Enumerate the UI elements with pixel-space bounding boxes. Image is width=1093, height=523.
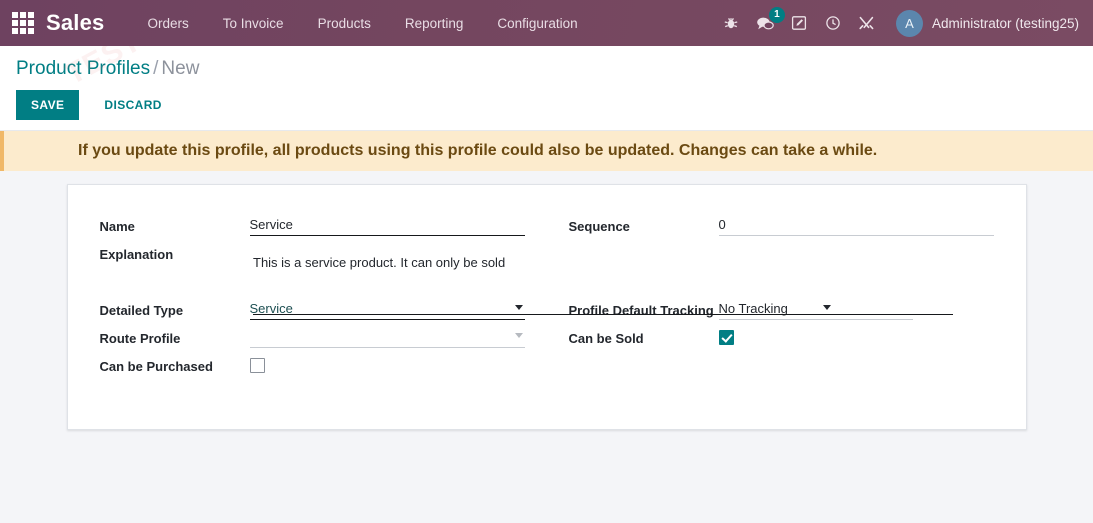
- field-row-sequence: Sequence: [568, 212, 994, 241]
- field-row-can-be-sold: Can be Sold: [569, 325, 994, 353]
- route-profile-input[interactable]: [249, 324, 525, 348]
- messages-icon[interactable]: 1: [750, 7, 785, 38]
- nav-menu-reporting[interactable]: Reporting: [388, 10, 481, 37]
- nav-menu-configuration[interactable]: Configuration: [480, 10, 594, 37]
- field-label-route-profile: Route Profile: [99, 330, 181, 346]
- nav-menu-to-invoice[interactable]: To Invoice: [206, 10, 301, 37]
- update-warning-text: If you update this profile, all products…: [78, 141, 878, 159]
- field-label-sequence: Sequence: [568, 218, 630, 234]
- edit-note-icon[interactable]: [784, 8, 814, 38]
- clock-icon[interactable]: [818, 8, 848, 38]
- field-value-name: [249, 212, 525, 236]
- breadcrumb-separator: /: [153, 58, 159, 79]
- nav-menu-orders[interactable]: Orders: [131, 10, 206, 37]
- messages-badge: 1: [768, 7, 785, 23]
- form-action-buttons: SAVE DISCARD: [16, 89, 1077, 120]
- field-label-can-be-sold: Can be Sold: [568, 330, 644, 346]
- name-input[interactable]: [249, 212, 525, 236]
- field-value-sequence: [718, 212, 994, 236]
- can-be-purchased-checkbox[interactable]: [249, 357, 265, 373]
- field-label-explanation: Explanation: [99, 246, 174, 262]
- can-be-sold-checkbox[interactable]: [718, 329, 734, 345]
- field-row-can-be-purchased: Can be Purchased: [100, 353, 525, 381]
- explanation-textarea[interactable]: [253, 250, 953, 315]
- breadcrumb-current: New: [161, 58, 200, 79]
- discard-button[interactable]: DISCARD: [91, 90, 174, 120]
- field-value-can-be-sold: [718, 325, 994, 345]
- username-label: Administrator (testing25): [931, 15, 1079, 31]
- apps-grid-icon[interactable]: [10, 10, 36, 36]
- field-value-route-profile: [249, 324, 525, 348]
- breadcrumb-parent[interactable]: Product Profiles: [16, 58, 150, 79]
- save-button[interactable]: SAVE: [16, 89, 80, 120]
- field-label-detailed-type: Detailed Type: [99, 302, 184, 318]
- avatar: A: [895, 9, 923, 37]
- control-panel: Product Profiles / New SAVE DISCARD: [0, 46, 1093, 131]
- tools-icon[interactable]: [852, 8, 882, 38]
- field-label-name: Name: [99, 218, 135, 234]
- top-navbar: Sales Orders To Invoice Products Reporti…: [0, 0, 1093, 46]
- breadcrumb: Product Profiles / New: [16, 58, 1077, 81]
- field-label-can-be-purchased: Can be Purchased: [99, 358, 213, 374]
- user-menu[interactable]: A Administrator (testing25): [895, 9, 1079, 37]
- route-profile-select[interactable]: [249, 324, 525, 348]
- field-row-route-profile: Route Profile: [99, 324, 525, 353]
- explanation-field-holder: [253, 250, 953, 315]
- sequence-input[interactable]: [718, 212, 994, 236]
- nav-menu-products[interactable]: Products: [301, 10, 388, 37]
- app-brand-sales[interactable]: Sales: [46, 12, 105, 34]
- update-warning-banner: If you update this profile, all products…: [0, 130, 1093, 171]
- bug-icon[interactable]: [716, 8, 746, 38]
- field-value-can-be-purchased: [249, 353, 525, 373]
- field-row-name: Name: [99, 212, 525, 241]
